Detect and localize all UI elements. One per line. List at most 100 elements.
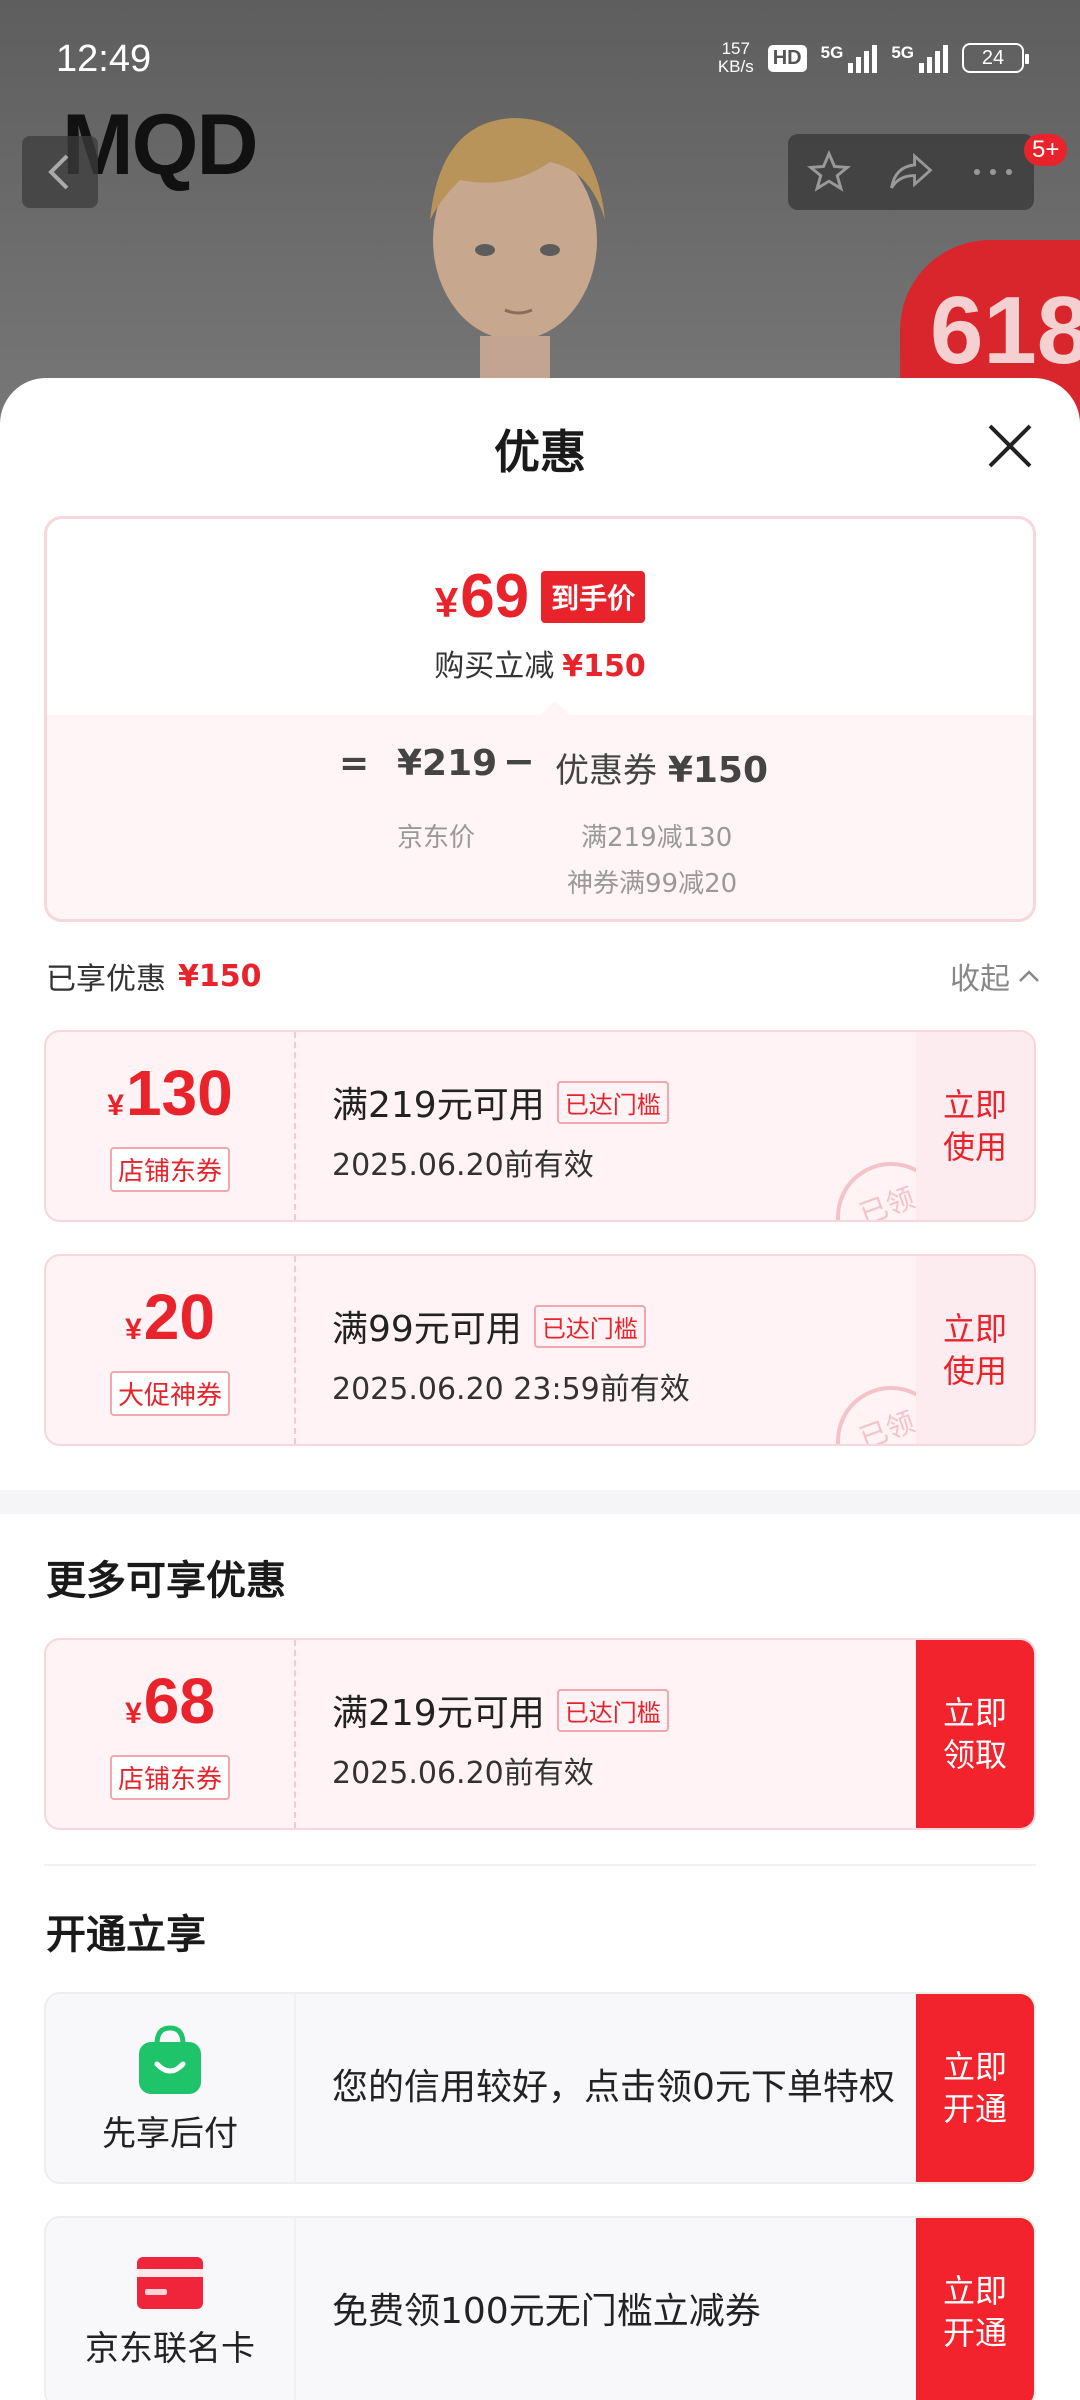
coupon-info: 满219元可用 已达门槛 2025.06.20前有效 (332, 1076, 669, 1184)
activate-benefits-title: 开通立享 (46, 1912, 206, 1958)
close-button[interactable] (982, 418, 1038, 474)
coupon-detail-2: 神券满99减20 (567, 869, 738, 899)
jd-price: ¥219 (397, 743, 498, 784)
coupon-detail-1: 满219减130 (581, 823, 733, 853)
claim-now-button[interactable]: 立即领取 (916, 1640, 1034, 1828)
service-identity: 先享后付 (46, 1994, 296, 2182)
collapse-label: 收起 (950, 962, 1010, 997)
credit-card-icon (137, 2256, 203, 2309)
instant-reduction-label: 购买立减 (434, 649, 555, 684)
battery-icon: 24 (962, 43, 1029, 73)
minus-sign: − (503, 739, 535, 783)
message-count-badge: 5+ (1024, 134, 1068, 166)
product-page-background: 12:49 157 KB/s HD 5G 5G 24 MQD 5+ 618 (0, 0, 1080, 420)
service-name: 京东联名卡 (85, 2328, 255, 2369)
coupon-condition: 满99元可用 (332, 1309, 522, 1350)
currency-symbol: ¥ (107, 1089, 124, 1122)
sim1-network-label: 5G (820, 43, 844, 62)
activate-now-label: 立即开通 (942, 2272, 1007, 2352)
top-action-bar (788, 134, 1034, 210)
divider-line (44, 1864, 1036, 1866)
close-icon (988, 424, 1032, 468)
coupon-condition-line: 满219元可用 已达门槛 (332, 1684, 669, 1736)
coupon-amount: ¥20 (125, 1284, 215, 1363)
activate-now-button[interactable]: 立即开通 (916, 2218, 1034, 2400)
coupon-validity: 2025.06.20前有效 (332, 1148, 594, 1183)
coupon-type-badge: 店铺东券 (109, 1147, 230, 1192)
service-description: 您的信用较好，点击领0元下单特权 (332, 1994, 932, 2182)
share-icon (890, 152, 933, 189)
collapse-toggle[interactable]: 收起 (950, 954, 1040, 998)
final-price: ¥69 (435, 561, 529, 632)
chevron-left-icon (48, 154, 69, 190)
service-description-text: 免费领100元无门槛立减券 (332, 2291, 761, 2332)
product-model-image (430, 118, 605, 420)
price-breakdown: = ¥219 − 优惠券 ¥150 京东价 满219减130 神券满99减20 (47, 701, 1033, 919)
coupon-value: ¥20 大促神券 (46, 1256, 296, 1444)
star-icon (807, 150, 851, 192)
currency-symbol: ¥ (434, 579, 459, 626)
service-name: 先享后付 (102, 2113, 238, 2154)
instant-reduction: 购买立减 ¥150 (47, 641, 1033, 685)
coupon-type-badge: 大促神券 (109, 1371, 230, 1416)
coupon-condition: 满219元可用 (332, 1693, 545, 1734)
sheet-title: 优惠 (494, 425, 586, 479)
coupon-type-badge: 店铺东券 (109, 1755, 230, 1800)
coupon-amount-value: 20 (143, 1281, 215, 1353)
more-dots-icon (974, 169, 1012, 175)
final-price-section: ¥69 到手价 购买立减 ¥150 (47, 519, 1033, 715)
activate-now-label: 立即开通 (942, 2048, 1007, 2128)
service-card-co-branded-card: 京东联名卡 免费领100元无门槛立减券 立即开通 (44, 2216, 1036, 2400)
coupon-deduction-label: 优惠券 (555, 751, 657, 791)
coupon-validity: 2025.06.20 23:59前有效 (332, 1372, 690, 1407)
use-now-button[interactable]: 立即使用 (916, 1256, 1034, 1444)
threshold-met-badge: 已达门槛 (533, 1304, 646, 1348)
coupon-condition-line: 满219元可用 已达门槛 (332, 1076, 669, 1128)
hd-voice-icon: HD (767, 44, 807, 72)
coupon-card: ¥130 店铺东券 满219元可用 已达门槛 2025.06.20前有效 已领 … (44, 1030, 1036, 1222)
coupon-amount-value: 68 (143, 1665, 215, 1737)
final-price-value: 69 (460, 562, 530, 631)
currency-symbol: ¥ (125, 1313, 142, 1346)
signal-icon-sim1: 5G (821, 43, 878, 73)
more-discounts-title: 更多可享优惠 (46, 1558, 286, 1604)
network-speed: 157 KB/s (718, 40, 754, 76)
price-summary-card: ¥69 到手价 购买立减 ¥150 = ¥219 − 优惠券 ¥150 京东价 满… (44, 516, 1036, 922)
more-button[interactable] (963, 142, 1023, 202)
favorite-button[interactable] (799, 142, 859, 202)
use-now-label: 立即使用 (942, 1310, 1007, 1390)
instant-reduction-amount: ¥150 (562, 649, 646, 684)
enjoyed-discount-row: 已享优惠 ¥150 收起 (46, 954, 1040, 998)
equals-sign: = (339, 743, 370, 784)
coupon-condition-line: 满99元可用 已达门槛 (332, 1300, 690, 1352)
coupon-card: ¥20 大促神券 满99元可用 已达门槛 2025.06.20 23:59前有效… (44, 1254, 1036, 1446)
coupon-value: ¥68 店铺东券 (46, 1640, 296, 1828)
final-price-line: ¥69 到手价 (47, 561, 1033, 632)
network-speed-unit: KB/s (717, 57, 754, 76)
available-coupon-card: ¥68 店铺东券 满219元可用 已达门槛 2025.06.20前有效 立即领取 (44, 1638, 1036, 1830)
network-speed-value: 157 (721, 39, 750, 58)
discount-bottom-sheet: 优惠 ¥69 到手价 购买立减 ¥150 = ¥219 − 优惠券 ¥150 京东… (0, 378, 1080, 2400)
back-button[interactable] (22, 136, 98, 208)
coupon-deduction-amount: ¥150 (667, 750, 769, 791)
status-time: 12:49 (56, 38, 152, 80)
status-indicators: 157 KB/s HD 5G 5G 24 (718, 40, 1029, 76)
service-description: 免费领100元无门槛立减券 (332, 2218, 932, 2400)
coupon-info: 满99元可用 已达门槛 2025.06.20 23:59前有效 (332, 1300, 690, 1408)
enjoyed-discount-label: 已享优惠 (46, 962, 166, 997)
shopping-bag-icon (139, 2024, 201, 2094)
enjoyed-discount-amount: ¥150 (178, 958, 262, 994)
use-now-label: 立即使用 (942, 1086, 1007, 1166)
share-button[interactable] (881, 142, 941, 202)
coupon-info: 满219元可用 已达门槛 2025.06.20前有效 (332, 1684, 669, 1792)
service-description-text: 您的信用较好，点击领0元下单特权 (332, 2067, 895, 2108)
final-price-tag: 到手价 (541, 570, 646, 623)
threshold-met-badge: 已达门槛 (556, 1688, 669, 1732)
coupon-value: ¥130 店铺东券 (46, 1032, 296, 1220)
activate-now-button[interactable]: 立即开通 (916, 1994, 1034, 2182)
claim-now-label: 立即领取 (942, 1694, 1007, 1774)
threshold-met-badge: 已达门槛 (556, 1080, 669, 1124)
service-card-pay-later: 先享后付 您的信用较好，点击领0元下单特权 立即开通 (44, 1992, 1036, 2184)
coupon-validity: 2025.06.20前有效 (332, 1756, 594, 1791)
use-now-button[interactable]: 立即使用 (916, 1032, 1034, 1220)
